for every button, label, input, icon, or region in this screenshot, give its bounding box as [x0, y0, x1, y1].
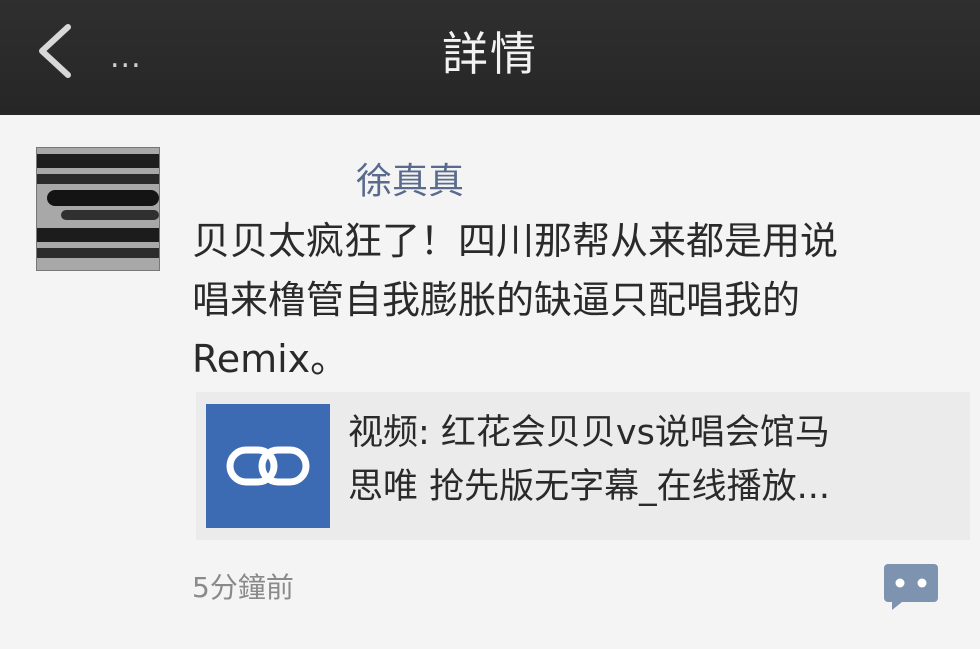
comment-icon	[884, 564, 938, 610]
post-text-line: 贝贝太疯狂了！四川那帮从来都是用说	[192, 219, 839, 263]
link-icon	[226, 446, 310, 486]
post-timestamp: 5分鐘前	[192, 571, 294, 604]
link-thumbnail	[206, 404, 330, 528]
shared-link-card[interactable]: 视频: 红花会贝贝vs说唱会馆马 思唯 抢先版无字幕_在线播放...	[196, 392, 970, 540]
author-name[interactable]: 徐真真	[356, 152, 464, 204]
avatar-image	[37, 148, 159, 270]
avatar[interactable]	[36, 147, 160, 271]
post-text-line: 唱来橹管自我膨胀的缺逼只配唱我的	[192, 278, 801, 322]
comment-button[interactable]	[880, 560, 942, 612]
nav-bar: ... 詳情	[0, 0, 980, 115]
link-title: 视频: 红花会贝贝vs说唱会馆马 思唯 抢先版无字幕_在线播放...	[348, 406, 958, 514]
page-title: 詳情	[442, 27, 538, 81]
post-text-line: Remix。	[192, 337, 349, 381]
post-content: 贝贝太疯狂了！四川那帮从来都是用说 唱来橹管自我膨胀的缺逼只配唱我的 Remix…	[192, 212, 952, 389]
link-title-line: 思唯 抢先版无字幕_在线播放...	[348, 467, 831, 507]
link-title-line: 视频: 红花会贝贝vs说唱会馆马	[348, 413, 830, 453]
